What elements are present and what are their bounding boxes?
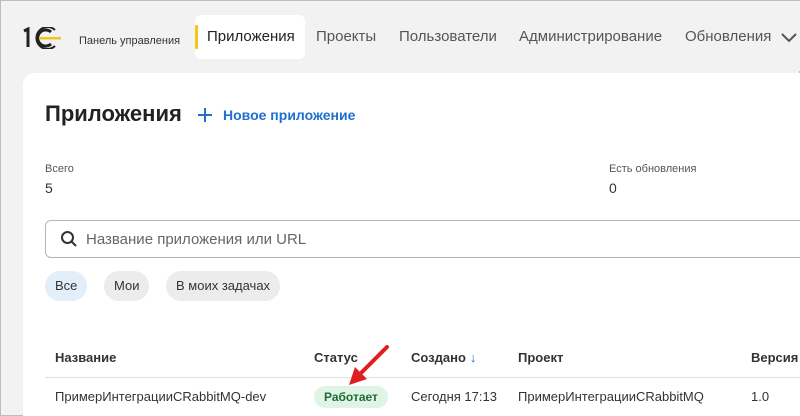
search-box xyxy=(45,220,800,258)
total-label: Всего xyxy=(45,163,74,175)
tab-projects[interactable]: Проекты xyxy=(316,15,376,59)
cell-version: 1.0 xyxy=(751,389,770,404)
plus-icon xyxy=(198,108,212,122)
column-header-version[interactable]: Версия xyxy=(751,350,798,365)
filter-label: Мои xyxy=(114,278,140,293)
tab-administration[interactable]: Администрирование xyxy=(519,15,662,59)
updates-label: Есть обновления xyxy=(609,163,697,175)
panel-label[interactable]: Панель управления xyxy=(79,35,180,47)
new-application-button[interactable]: Новое приложение xyxy=(197,104,355,126)
column-label: Проект xyxy=(518,350,564,365)
tab-label: Приложения xyxy=(207,28,295,45)
cell-project[interactable]: ПримерИнтеграцииCRabbitMQ xyxy=(518,389,704,404)
cell-app-name[interactable]: ПримерИнтеграцииCRabbitMQ-dev xyxy=(55,389,266,404)
search-icon xyxy=(61,231,77,247)
tab-label: Администрирование xyxy=(519,28,663,45)
filter-label: Все xyxy=(55,278,78,293)
page-title: Приложения xyxy=(45,101,182,126)
filter-in-my-tasks[interactable]: В моих задачах xyxy=(166,271,281,301)
tab-updates[interactable]: Обновления xyxy=(685,15,771,59)
new-application-label: Новое приложение xyxy=(223,107,356,123)
column-header-name[interactable]: Название xyxy=(55,350,116,365)
column-header-project[interactable]: Проект xyxy=(518,350,563,365)
total-value: 5 xyxy=(45,180,53,196)
column-label: Версия xyxy=(751,350,799,365)
table-divider xyxy=(45,377,800,378)
tab-applications[interactable]: Приложения xyxy=(195,15,305,59)
tab-label: Обновления xyxy=(685,28,772,45)
tab-users[interactable]: Пользователи xyxy=(399,15,497,59)
1c-logo[interactable] xyxy=(21,27,69,49)
column-label: Создано xyxy=(411,350,466,365)
column-label: Название xyxy=(55,350,117,365)
sort-desc-icon: ↓ xyxy=(469,350,477,365)
column-header-created[interactable]: Создано ↓ xyxy=(411,350,476,365)
filter-all[interactable]: Все xyxy=(45,271,88,301)
annotation-arrow-icon xyxy=(349,345,389,385)
chevron-down-icon[interactable] xyxy=(777,25,800,49)
filter-label: В моих задачах xyxy=(176,278,271,293)
tab-label: Пользователи xyxy=(399,28,497,45)
top-navigation: Панель управления Приложения Проекты Пол… xyxy=(1,1,800,71)
filter-mine[interactable]: Мои xyxy=(104,271,150,301)
search-input[interactable] xyxy=(86,230,686,248)
cell-created: Сегодня 17:13 xyxy=(411,389,497,404)
tab-label: Проекты xyxy=(316,28,377,45)
updates-value: 0 xyxy=(609,180,617,196)
